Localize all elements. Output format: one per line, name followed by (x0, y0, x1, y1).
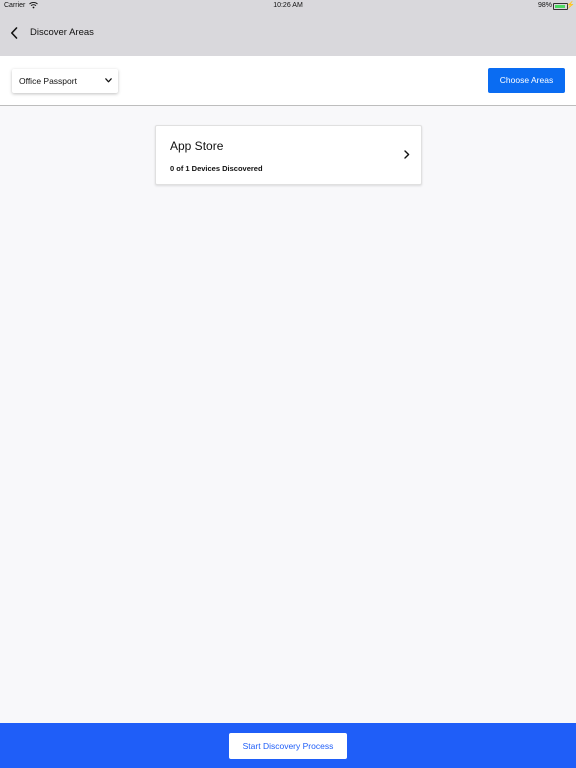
battery-percent: 98% (537, 2, 552, 9)
chevron-right-icon (404, 150, 410, 159)
navigation-bar: Discover Areas (0, 12, 576, 56)
toolbar: Office Passport Choose Areas (0, 56, 576, 106)
area-card-title: App Store (170, 139, 224, 153)
start-discovery-button[interactable]: Start Discovery Process (229, 733, 347, 759)
chevron-down-icon (105, 78, 112, 83)
charging-icon: ⚡ (566, 2, 575, 9)
page-title: Discover Areas (30, 27, 94, 38)
chevron-left-icon (11, 27, 18, 39)
back-button[interactable]: Discover Areas (6, 22, 96, 44)
footer-bar: Start Discovery Process (0, 723, 576, 768)
area-card-app-store[interactable]: App Store 0 of 1 Devices Discovered (155, 125, 422, 185)
passport-select-value: Office Passport (19, 76, 77, 86)
status-bar: Carrier 10:26 AM 98% ⚡ (0, 0, 576, 12)
area-card-status: 0 of 1 Devices Discovered (170, 164, 263, 173)
choose-areas-button[interactable]: Choose Areas (488, 68, 565, 93)
status-time: 10:26 AM (273, 2, 303, 9)
passport-select[interactable]: Office Passport (12, 69, 118, 93)
